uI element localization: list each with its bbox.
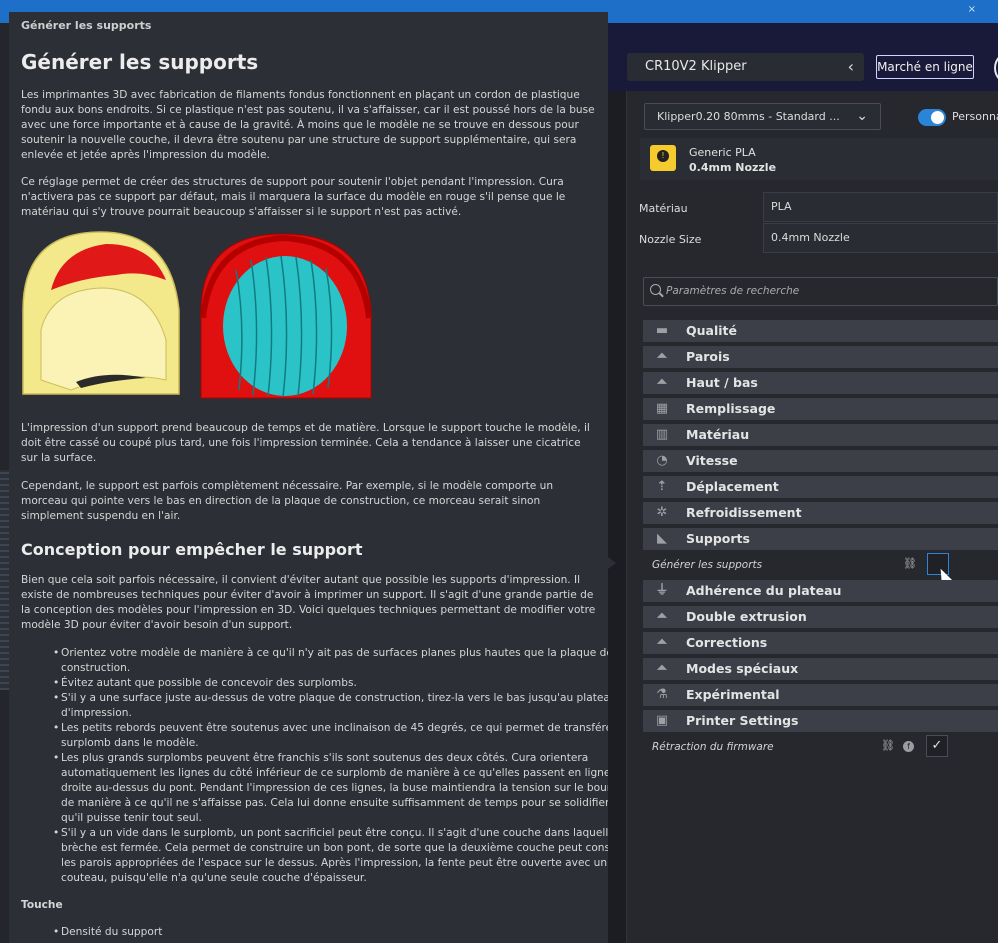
list-item: Densité du support <box>53 925 608 940</box>
material-name: Generic PLA <box>689 146 756 159</box>
category-label: Haut / bas <box>686 375 758 390</box>
category-label: Remplissage <box>686 401 776 416</box>
category-top-bottom[interactable]: ⏶ Haut / bas <box>643 372 998 394</box>
category-support[interactable]: ◣ Supports <box>643 528 998 550</box>
search-icon <box>650 284 661 295</box>
paragraph: L'impression d'un support prend beaucoup… <box>21 422 590 464</box>
list-item: S'il y a une surface juste au-dessus de … <box>53 691 608 721</box>
speed-icon: ◔ <box>656 453 668 468</box>
travel-icon: ⇡ <box>656 479 668 494</box>
support-illustration <box>22 231 372 399</box>
category-walls[interactable]: ⏶ Parois <box>643 346 998 368</box>
paragraph: Bien que cela soit parfois nécessaire, i… <box>21 574 596 631</box>
list-item: Les petits rebords peuvent être soutenus… <box>53 721 608 751</box>
paragraph: Les imprimantes 3D avec fabrication de f… <box>21 89 595 161</box>
generate-support-label: Générer les supports <box>652 559 763 571</box>
infill-icon: ▦ <box>655 401 669 416</box>
section-heading: Conception pour empêcher le support <box>21 540 363 559</box>
quality-icon: ▬ <box>655 323 669 338</box>
link-icon[interactable]: ⛓ <box>881 739 895 752</box>
category-quality[interactable]: ▬ Qualité <box>643 320 998 342</box>
nozzle-label: Nozzle Size <box>639 233 702 246</box>
warning-icon: ! <box>650 145 676 171</box>
search-placeholder: Paramètres de recherche <box>666 285 800 297</box>
category-label: Modes spéciaux <box>686 661 799 676</box>
list-item: Évitez autant que possible de concevoir … <box>53 676 608 691</box>
profile-selector[interactable]: Klipper0.20 80mms - Standard ... ⌄ <box>644 103 881 130</box>
category-label: Vitesse <box>686 453 738 468</box>
category-label: Qualité <box>686 323 737 338</box>
category-label: Parois <box>686 349 730 364</box>
settings-search-input[interactable]: Paramètres de recherche <box>643 277 998 306</box>
category-label: Matériau <box>686 427 750 442</box>
nozzle-field[interactable]: 0.4mm Nozzle <box>763 223 998 253</box>
paragraph: Ce réglage permet de créer des structure… <box>21 176 566 218</box>
category-label: Adhérence du plateau <box>686 583 842 598</box>
category-label: Déplacement <box>686 479 779 494</box>
category-label: Printer Settings <box>686 713 799 728</box>
marketplace-button[interactable]: Marché en ligne <box>876 55 974 79</box>
category-label: Refroidissement <box>686 505 802 520</box>
function-icon[interactable]: f <box>903 741 914 752</box>
category-experimental[interactable]: ⚗ Expérimental <box>643 684 998 706</box>
firmware-retraction-checkbox[interactable]: ✓ <box>926 735 948 757</box>
category-label: Supports <box>686 531 750 546</box>
firmware-retraction-label: Rétraction du firmware <box>652 741 774 753</box>
category-corrections[interactable]: ⏶ Corrections <box>643 632 998 654</box>
category-material[interactable]: ▥ Matériau <box>643 424 998 446</box>
custom-label: Personna <box>952 110 998 123</box>
link-icon[interactable]: ⛓ <box>903 557 917 570</box>
material-field[interactable]: PLA <box>763 192 998 222</box>
category-dual-extrusion[interactable]: ⏶ Double extrusion <box>643 606 998 628</box>
category-infill[interactable]: ▦ Remplissage <box>643 398 998 420</box>
material-label: Matériau <box>639 202 688 215</box>
touch-heading: Touche <box>21 899 63 911</box>
printer-selector[interactable]: CR10V2 Klipper ‹ <box>627 53 864 81</box>
touch-list: Densité du support <box>21 925 608 940</box>
tooltip-title: Générer les supports <box>21 50 259 74</box>
tooltip-pointer <box>608 557 616 569</box>
material-nozzle: 0.4mm Nozzle <box>689 161 777 174</box>
category-label: Expérimental <box>686 687 780 702</box>
build-plate-grid <box>0 470 9 690</box>
tooltip-crumb: Générer les supports <box>21 19 152 32</box>
technique-list: Orientez votre modèle de manière à ce qu… <box>21 646 608 886</box>
category-printer-settings[interactable]: ▣ Printer Settings <box>643 710 998 732</box>
chevron-down-icon: ⌄ <box>856 108 868 124</box>
top-bottom-icon: ⏶ <box>656 375 668 390</box>
walls-icon: ⏶ <box>656 349 668 364</box>
paragraph: Cependant, le support est parfois complè… <box>21 480 554 522</box>
printer-settings-icon: ▣ <box>655 713 669 728</box>
category-speed[interactable]: ◔ Vitesse <box>643 450 998 472</box>
special-modes-icon: ⏶ <box>656 661 668 676</box>
corrections-icon: ⏶ <box>656 635 668 650</box>
category-adhesion[interactable]: ⏚ Adhérence du plateau <box>643 580 998 602</box>
list-item: S'il y a un vide dans le surplomb, un po… <box>53 826 608 886</box>
adhesion-icon: ⏚ <box>655 583 669 598</box>
profile-name: Klipper0.20 80mms - Standard ... <box>657 110 840 123</box>
category-label: Double extrusion <box>686 609 807 624</box>
printer-name: CR10V2 Klipper <box>645 59 747 74</box>
cooling-icon: ✲ <box>656 505 668 520</box>
close-icon[interactable]: × <box>968 4 976 15</box>
dual-extrusion-icon: ⏶ <box>656 609 668 624</box>
chevron-left-icon: ‹ <box>847 57 854 76</box>
list-item: Les plus grands surplombs peuvent être f… <box>53 751 608 826</box>
experimental-icon: ⚗ <box>656 687 668 702</box>
material-icon: ▥ <box>655 427 669 442</box>
support-icon: ◣ <box>657 531 667 546</box>
warning-glyph: ! <box>657 150 669 162</box>
category-cooling[interactable]: ✲ Refroidissement <box>643 502 998 524</box>
category-special-modes[interactable]: ⏶ Modes spéciaux <box>643 658 998 680</box>
category-travel[interactable]: ⇡ Déplacement <box>643 476 998 498</box>
help-tooltip: Générer les supports Générer les support… <box>9 12 608 943</box>
custom-toggle[interactable] <box>918 109 946 126</box>
category-label: Corrections <box>686 635 768 650</box>
list-item: Orientez votre modèle de manière à ce qu… <box>53 646 608 676</box>
